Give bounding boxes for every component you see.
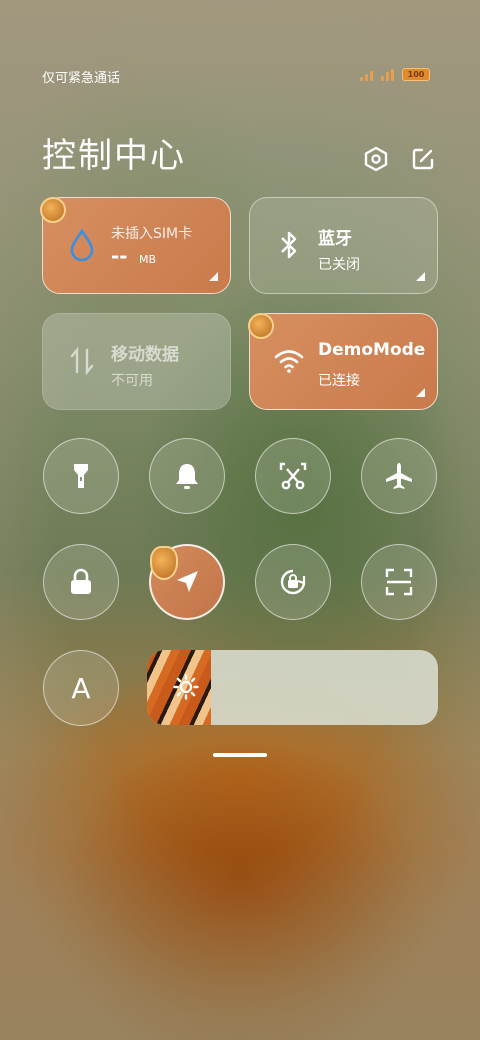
airplane-icon: [386, 463, 412, 489]
wifi-network-name: DemoMode: [318, 340, 426, 360]
page-title: 控制中心: [42, 136, 186, 176]
edit-button[interactable]: [409, 145, 437, 173]
data-usage-value: --: [111, 244, 128, 268]
expand-corner-icon: [416, 388, 425, 397]
scan-toggle[interactable]: [361, 544, 437, 620]
rotation-lock-toggle[interactable]: [255, 544, 331, 620]
auto-brightness-toggle[interactable]: A: [43, 650, 119, 726]
letter-a-icon: A: [71, 671, 91, 705]
settings-button[interactable]: [362, 145, 390, 173]
mobile-data-status: 不可用: [111, 373, 153, 389]
brightness-slider[interactable]: [147, 650, 438, 725]
decor-badge: [150, 546, 178, 580]
hexagon-settings-icon: [364, 146, 388, 172]
battery-icon: 100: [402, 68, 430, 81]
data-arrows-icon: [65, 344, 99, 378]
wifi-icon: [272, 344, 306, 378]
mobile-data-label: 移动数据: [111, 345, 179, 365]
water-drop-icon: [65, 228, 99, 262]
mobile-data-tile[interactable]: 移动数据 不可用: [42, 313, 231, 410]
expand-corner-icon: [209, 272, 218, 281]
signal-icon: [360, 69, 373, 81]
lock-screen-toggle[interactable]: [43, 544, 119, 620]
data-usage-unit: MB: [139, 253, 157, 266]
bluetooth-label: 蓝牙: [318, 229, 352, 249]
lock-icon: [71, 568, 91, 594]
data-usage-tile[interactable]: 未插入SIM卡 -- MB: [42, 197, 231, 294]
rotation-lock-icon: [280, 569, 306, 595]
system-status-icons: 100: [360, 68, 430, 81]
decor-badge: [40, 197, 66, 223]
location-arrow-icon: [177, 571, 198, 592]
expand-corner-icon: [416, 272, 425, 281]
signal-icon-2: [381, 68, 394, 81]
bluetooth-status: 已关闭: [318, 257, 360, 273]
flashlight-icon: [74, 464, 88, 488]
bluetooth-tile[interactable]: 蓝牙 已关闭: [249, 197, 438, 294]
flashlight-toggle[interactable]: [43, 438, 119, 514]
carrier-status-text: 仅可紧急通话: [42, 71, 121, 86]
wifi-status: 已连接: [318, 373, 360, 389]
scan-icon: [385, 568, 413, 596]
ringer-toggle[interactable]: [149, 438, 225, 514]
sun-icon: [173, 674, 199, 700]
wifi-tile[interactable]: DemoMode 已连接: [249, 313, 438, 410]
decor-badge: [248, 313, 274, 339]
sim-status-label: 未插入SIM卡: [111, 226, 193, 242]
scissors-icon: [279, 462, 307, 490]
screenshot-toggle[interactable]: [255, 438, 331, 514]
edit-square-icon: [412, 148, 434, 170]
airplane-mode-toggle[interactable]: [361, 438, 437, 514]
bell-icon: [176, 464, 198, 489]
home-indicator[interactable]: [213, 753, 267, 757]
bluetooth-icon: [272, 228, 306, 262]
